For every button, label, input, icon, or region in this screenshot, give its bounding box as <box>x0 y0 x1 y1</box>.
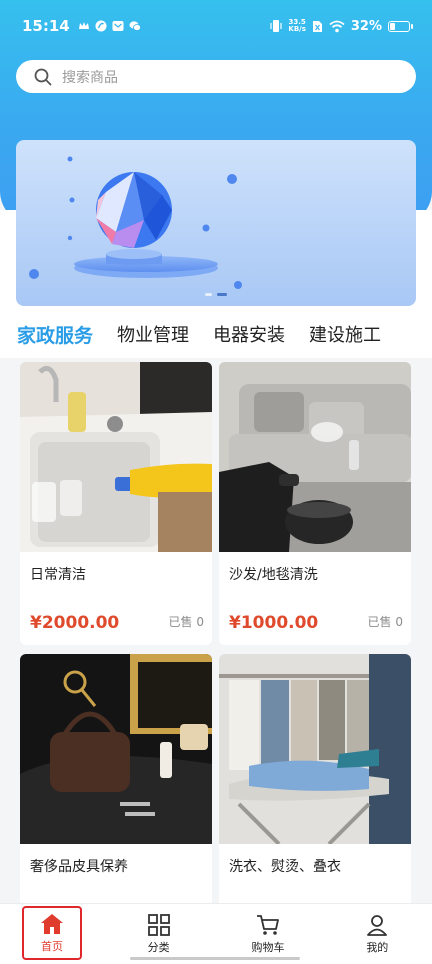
bottom-navigation: 首页 分类 购物车 我的 <box>0 903 432 964</box>
product-grid: 日常清洁 ¥2000.00 已售 0 沙发/地毯清洗 ¥1000.00 已售 0 <box>20 362 411 937</box>
product-title: 沙发/地毯清洗 <box>229 567 318 583</box>
sim-icon <box>312 20 322 32</box>
search-icon <box>34 68 52 85</box>
product-title: 日常清洁 <box>30 567 86 583</box>
search-placeholder[interactable]: 搜索商品 <box>62 67 118 87</box>
carousel-dot[interactable] <box>205 293 212 296</box>
grid-icon <box>147 913 170 936</box>
nav-profile-label: 我的 <box>366 940 389 954</box>
product-sold-count: 已售 0 <box>367 615 403 629</box>
product-image-cleaning <box>20 362 212 552</box>
category-tabs: 家政服务 物业管理 电器安装 建设施工 <box>0 310 432 358</box>
tab-construction[interactable]: 建设施工 <box>309 321 381 347</box>
product-card[interactable]: 日常清洁 ¥2000.00 已售 0 <box>20 362 212 645</box>
product-card[interactable]: 洗衣、熨烫、叠衣 <box>219 654 411 937</box>
product-title: 洗衣、熨烫、叠衣 <box>229 859 341 875</box>
status-time: 15:14 <box>22 17 70 35</box>
carousel-indicators <box>16 293 416 296</box>
wechat-icon <box>129 21 141 31</box>
status-right: 33.5 KB/s 32% <box>270 18 413 34</box>
battery-level <box>390 22 395 30</box>
product-image-leather-care <box>20 654 212 844</box>
search-bar[interactable]: 搜索商品 <box>16 60 416 93</box>
network-speed: 33.5 KB/s <box>288 18 306 33</box>
home-icon <box>41 913 63 934</box>
tab-property-management[interactable]: 物业管理 <box>117 321 189 347</box>
vibrate-icon <box>270 20 282 32</box>
battery-percent: 32% <box>350 18 382 34</box>
product-title: 奢侈品皮具保养 <box>30 859 128 875</box>
product-sold-count: 已售 0 <box>168 615 204 629</box>
nav-home-label: 首页 <box>41 939 63 953</box>
wifi-icon <box>329 20 345 32</box>
tab-housekeeping[interactable]: 家政服务 <box>17 321 93 348</box>
product-image-sofa <box>219 362 411 552</box>
battery-icon <box>388 20 413 32</box>
cart-icon <box>256 914 279 935</box>
banner-carousel[interactable] <box>16 140 416 306</box>
notification-icons <box>78 20 141 32</box>
product-price: ¥2000.00 <box>30 613 120 633</box>
product-price: ¥1000.00 <box>229 613 319 633</box>
nav-cart-label: 购物车 <box>251 940 285 954</box>
status-bar: 15:14 33.5 KB/s 32% <box>0 0 432 52</box>
nav-category-label: 分类 <box>147 940 170 954</box>
crown-icon <box>78 22 89 29</box>
carousel-dot[interactable] <box>217 293 227 296</box>
product-card[interactable]: 沙发/地毯清洗 ¥1000.00 已售 0 <box>219 362 411 645</box>
nav-profile[interactable]: 我的 <box>323 904 432 964</box>
product-image-laundry <box>219 654 411 844</box>
app-icon <box>95 20 107 32</box>
message-icon <box>112 21 124 31</box>
product-card[interactable]: 奢侈品皮具保养 <box>20 654 212 937</box>
nav-home[interactable]: 首页 <box>22 906 82 960</box>
tab-appliance-installation[interactable]: 电器安装 <box>213 321 285 347</box>
home-indicator <box>130 957 300 960</box>
user-icon <box>367 914 388 936</box>
nav-category[interactable]: 分类 <box>104 904 213 964</box>
nav-cart[interactable]: 购物车 <box>213 904 322 964</box>
banner-image <box>29 156 242 289</box>
